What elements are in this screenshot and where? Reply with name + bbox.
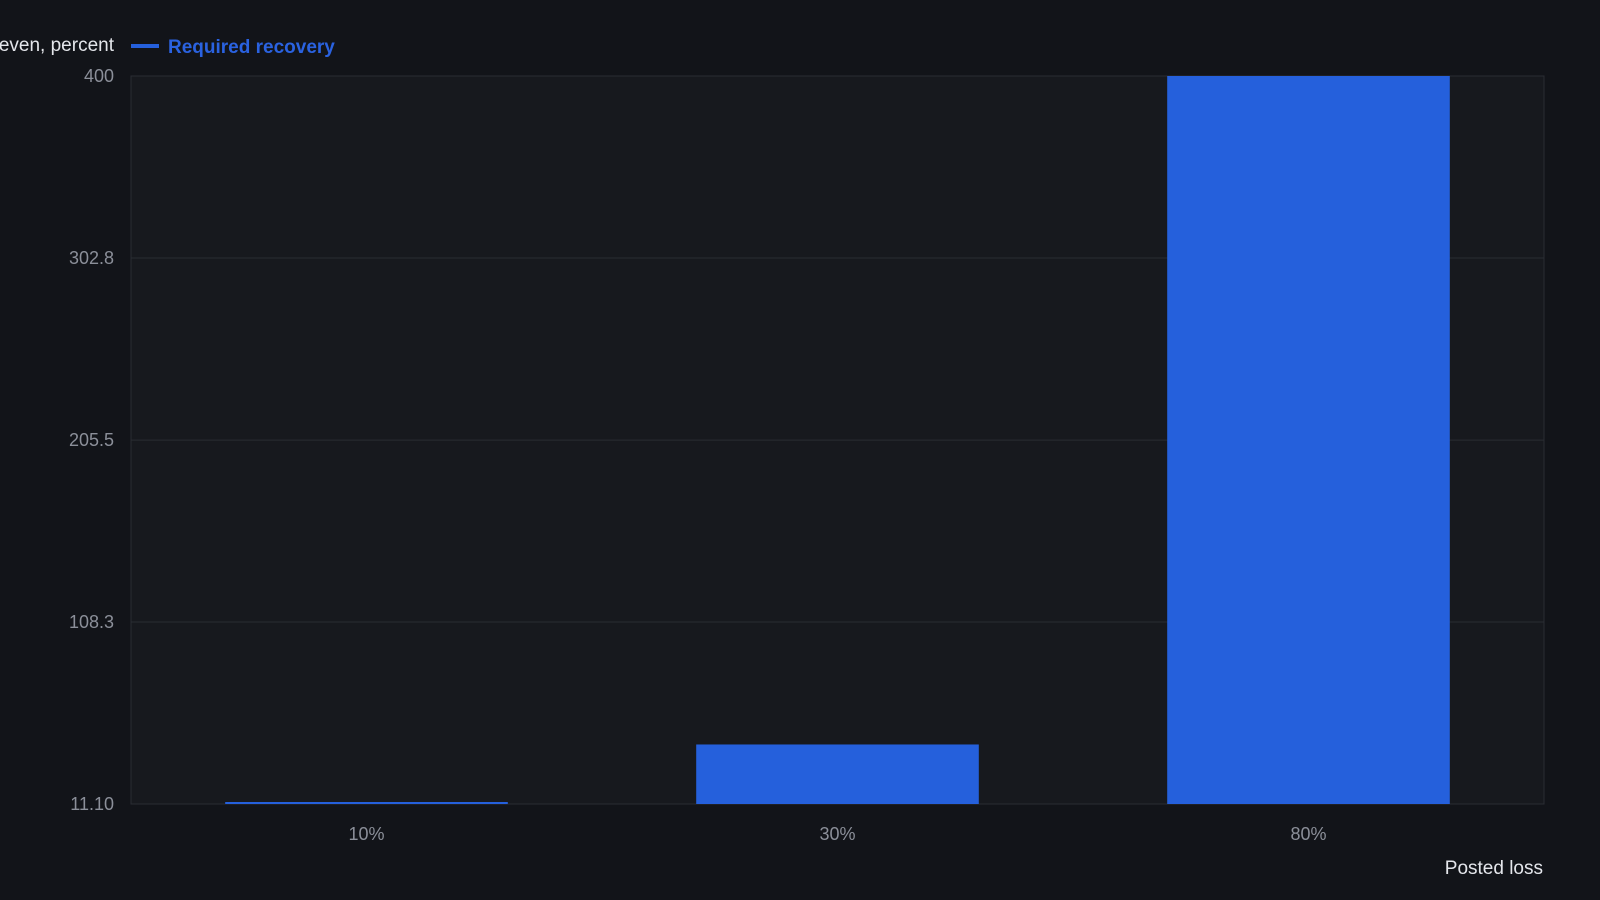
y-tick-label: 205.5: [69, 430, 114, 450]
bar-10pct: [225, 802, 508, 804]
bar-30pct: [696, 744, 979, 804]
x-axis-title: Posted loss: [1445, 858, 1543, 879]
legend: Required recovery: [131, 37, 335, 58]
x-tick-label: 10%: [348, 824, 384, 844]
x-tick-labels: 10% 30% 80%: [348, 824, 1326, 844]
y-axis-title: Required gain to break even, percent: [0, 35, 115, 56]
y-tick-label: 400: [84, 66, 114, 86]
y-tick-labels: 11.10 108.3 205.5 302.8 400: [69, 66, 114, 814]
legend-label: Required recovery: [168, 37, 335, 58]
y-tick-label: 302.8: [69, 248, 114, 268]
bar-80pct: [1167, 76, 1450, 804]
bar-chart: 11.10 108.3 205.5 302.8 400 10% 30% 80% Requir…: [0, 35, 1545, 879]
x-tick-label: 30%: [819, 824, 855, 844]
y-tick-label: 11.10: [70, 794, 114, 814]
y-tick-label: 108.3: [69, 612, 114, 632]
chart-container: 11.10 108.3 205.5 302.8 400 10% 30% 80% Requir…: [0, 0, 1600, 900]
x-tick-label: 80%: [1290, 824, 1326, 844]
